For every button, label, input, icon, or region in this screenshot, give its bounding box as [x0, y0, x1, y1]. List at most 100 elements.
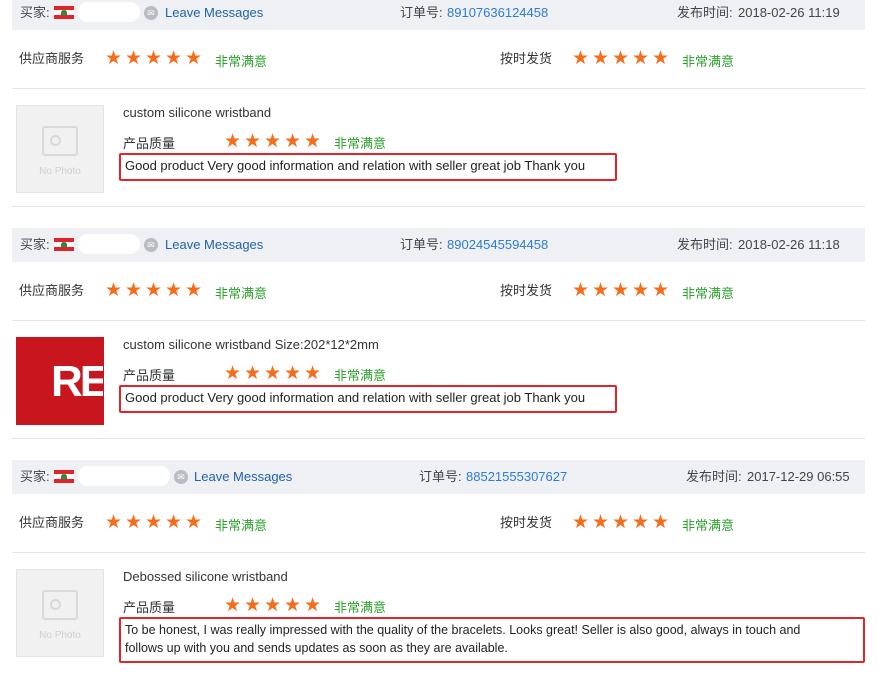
- star-icon: ★: [592, 512, 610, 533]
- star-icon: ★: [572, 280, 590, 301]
- star-icon: ★: [304, 363, 322, 384]
- shipping-rating-stars: ★ ★ ★ ★ ★: [572, 280, 670, 301]
- star-icon: ★: [612, 48, 630, 69]
- star-icon: ★: [224, 363, 242, 384]
- service-ratings: 供应商服务 ★ ★ ★ ★ ★ 非常满意 按时发货 ★ ★ ★ ★ ★ 非常满意: [12, 262, 865, 321]
- star-icon: ★: [244, 363, 262, 384]
- product-name[interactable]: custom silicone wristband Size:202*12*2m…: [123, 337, 379, 352]
- product-quality-label: 产品质量: [123, 136, 176, 151]
- product-thumbnail[interactable]: No Photo: [16, 105, 104, 193]
- shipping-rating-stars: ★ ★ ★ ★ ★: [572, 512, 670, 533]
- supplier-satisfaction: 非常满意: [215, 518, 268, 533]
- leave-messages-link[interactable]: Leave Messages: [165, 228, 263, 262]
- product-name[interactable]: Debossed silicone wristband: [123, 569, 288, 584]
- review-header: 买家: ✉ Leave Messages 订单号: 89024545594458…: [12, 228, 865, 262]
- supplier-rating-stars: ★ ★ ★ ★ ★: [105, 280, 202, 301]
- star-icon: ★: [592, 280, 610, 301]
- star-icon: ★: [264, 363, 282, 384]
- review-comment: Good product Very good information and r…: [119, 385, 617, 413]
- star-icon: ★: [304, 131, 322, 152]
- quality-satisfaction: 非常满意: [334, 136, 387, 151]
- flag-icon: [54, 6, 74, 19]
- order-no-link[interactable]: 89107636124458: [447, 0, 548, 30]
- star-icon: ★: [572, 512, 590, 533]
- review-comment-line: follows up with you and sends updates as…: [125, 641, 508, 655]
- review-body: REC custom silicone wristband Size:202*1…: [12, 321, 865, 439]
- star-icon: ★: [652, 512, 670, 533]
- supplier-service-label: 供应商服务: [19, 283, 85, 298]
- shipping-satisfaction: 非常满意: [682, 518, 735, 533]
- quality-satisfaction: 非常满意: [334, 368, 387, 383]
- supplier-service-label: 供应商服务: [19, 515, 85, 530]
- shipping-label: 按时发货: [500, 515, 553, 530]
- no-photo-text: No Photo: [39, 630, 81, 641]
- star-icon: ★: [165, 280, 183, 301]
- star-icon: ★: [592, 48, 610, 69]
- post-time-value: 2018-02-26 11:18: [738, 237, 840, 252]
- review-comment: To be honest, I was really impressed wit…: [119, 617, 865, 663]
- star-icon: ★: [264, 595, 282, 616]
- reviews-list: 买家: ✉ Leave Messages 订单号: 89107636124458…: [0, 0, 877, 684]
- star-icon: ★: [145, 512, 163, 533]
- supplier-rating-stars: ★ ★ ★ ★ ★: [105, 512, 202, 533]
- product-quality-label: 产品质量: [123, 600, 176, 615]
- quality-rating-stars: ★ ★ ★ ★ ★: [224, 363, 322, 384]
- order-no-link[interactable]: 89024545594458: [447, 228, 548, 262]
- star-icon: ★: [105, 48, 123, 69]
- shipping-rating-stars: ★ ★ ★ ★ ★: [572, 48, 669, 69]
- shipping-label: 按时发货: [500, 283, 553, 298]
- star-icon: ★: [105, 280, 123, 301]
- star-icon: ★: [185, 48, 203, 69]
- star-icon: ★: [125, 280, 143, 301]
- supplier-satisfaction: 非常满意: [215, 54, 268, 69]
- no-photo-text: No Photo: [39, 166, 81, 177]
- buyer-label: 买家:: [20, 237, 50, 252]
- review-body: No Photo Debossed silicone wristband 产品质…: [12, 553, 865, 670]
- review-header: 买家: ✉ Leave Messages 订单号: 89107636124458…: [12, 0, 865, 30]
- image-placeholder-icon: [42, 126, 78, 156]
- star-icon: ★: [652, 280, 670, 301]
- review-body: No Photo custom silicone wristband 产品质量 …: [12, 89, 865, 207]
- star-icon: ★: [284, 131, 302, 152]
- star-icon: ★: [612, 280, 630, 301]
- buyer-name-redacted: [78, 2, 140, 22]
- order-no-link[interactable]: 88521555307627: [466, 460, 567, 494]
- star-icon: ★: [244, 131, 262, 152]
- product-name[interactable]: custom silicone wristband: [123, 105, 271, 120]
- post-time-value: 2017-12-29 06:55: [747, 469, 850, 484]
- product-thumbnail[interactable]: No Photo: [16, 569, 104, 657]
- review-comment: Good product Very good information and r…: [119, 153, 617, 181]
- supplier-satisfaction: 非常满意: [215, 286, 268, 301]
- leave-messages-link[interactable]: Leave Messages: [194, 460, 292, 494]
- post-time-label: 发布时间:: [677, 237, 733, 252]
- star-icon: ★: [165, 512, 183, 533]
- star-icon: ★: [224, 595, 242, 616]
- thumbnail-text: REC: [51, 357, 104, 406]
- flag-icon: [54, 238, 74, 251]
- leave-messages-link[interactable]: Leave Messages: [165, 0, 263, 30]
- order-no-label: 订单号:: [419, 469, 462, 484]
- quality-rating-stars: ★ ★ ★ ★ ★: [224, 595, 321, 616]
- review-header: 买家: ✉ Leave Messages 订单号: 88521555307627…: [12, 460, 865, 494]
- star-icon: ★: [284, 595, 302, 616]
- service-ratings: 供应商服务 ★ ★ ★ ★ ★ 非常满意 按时发货 ★ ★ ★ ★ ★ 非常满意: [12, 494, 865, 553]
- star-icon: ★: [612, 512, 630, 533]
- message-icon[interactable]: ✉: [144, 238, 158, 252]
- shipping-label: 按时发货: [500, 51, 553, 66]
- star-icon: ★: [224, 131, 242, 152]
- supplier-rating-stars: ★ ★ ★ ★ ★: [105, 48, 203, 69]
- supplier-service-label: 供应商服务: [19, 51, 85, 66]
- review-card: 买家: ✉ Leave Messages 订单号: 89107636124458…: [12, 0, 865, 207]
- message-icon[interactable]: ✉: [174, 470, 188, 484]
- star-icon: ★: [632, 48, 650, 69]
- order-no-label: 订单号:: [400, 5, 443, 20]
- review-card: 买家: ✉ Leave Messages 订单号: 89024545594458…: [12, 228, 865, 439]
- star-icon: ★: [145, 280, 163, 301]
- star-icon: ★: [145, 48, 163, 69]
- star-icon: ★: [264, 131, 282, 152]
- message-icon[interactable]: ✉: [144, 6, 158, 20]
- star-icon: ★: [125, 48, 143, 69]
- buyer-label: 买家:: [20, 469, 50, 484]
- product-thumbnail[interactable]: REC: [16, 337, 104, 425]
- star-icon: ★: [165, 48, 183, 69]
